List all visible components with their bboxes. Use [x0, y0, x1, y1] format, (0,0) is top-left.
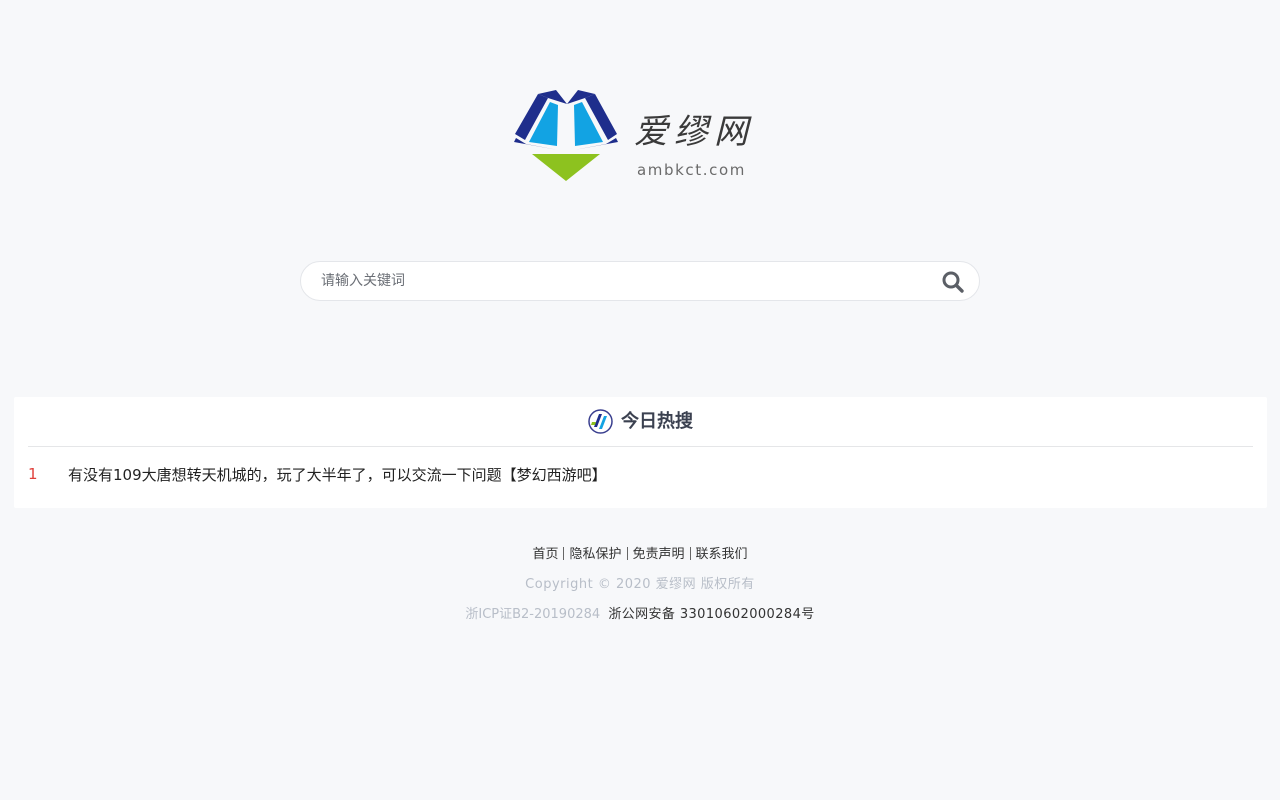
hot-logo-icon: [588, 409, 613, 434]
logo-domain: ambkct.com: [637, 161, 746, 179]
footer-divider: [626, 547, 628, 560]
search-icon[interactable]: [941, 270, 965, 294]
footer-nav: 首页 隐私保护 免责声明 联系我们: [0, 544, 1280, 566]
copyright-text: Copyright © 2020 爱缪网 版权所有: [525, 577, 755, 592]
hot-search-item[interactable]: 1 有没有109大唐想转天机城的，玩了大半年了，可以交流一下问题【梦幻西游吧】: [28, 459, 1253, 489]
hot-search-title: 今日热搜: [621, 410, 693, 432]
footer-divider: [689, 547, 691, 560]
footer-link-contact[interactable]: 联系我们: [692, 547, 752, 562]
search-input[interactable]: [319, 262, 929, 300]
footer-link-privacy[interactable]: 隐私保护: [565, 547, 625, 562]
footer-registration: 浙ICP证B2-20190284 浙公网安备 33010602000284号: [0, 604, 1280, 626]
logo-mark-icon: [514, 90, 618, 181]
footer-link-home[interactable]: 首页: [528, 547, 562, 562]
hot-search-panel: 今日热搜 1 有没有109大唐想转天机城的，玩了大半年了，可以交流一下问题【梦幻…: [14, 397, 1267, 508]
hot-item-rank: 1: [28, 465, 38, 483]
search-bar: [300, 261, 980, 301]
police-registration-link[interactable]: 浙公网安备 33010602000284号: [608, 607, 814, 622]
site-logo[interactable]: 爱缪网 ambkct.com: [512, 90, 762, 185]
icp-license-link[interactable]: 浙ICP证B2-20190284: [465, 607, 600, 622]
logo-name: 爱缪网: [634, 112, 754, 152]
hot-item-title[interactable]: 有没有109大唐想转天机城的，玩了大半年了，可以交流一下问题【梦幻西游吧】: [68, 464, 607, 485]
footer-link-disclaimer[interactable]: 免责声明: [629, 547, 689, 562]
hot-search-header: 今日热搜: [28, 397, 1253, 447]
